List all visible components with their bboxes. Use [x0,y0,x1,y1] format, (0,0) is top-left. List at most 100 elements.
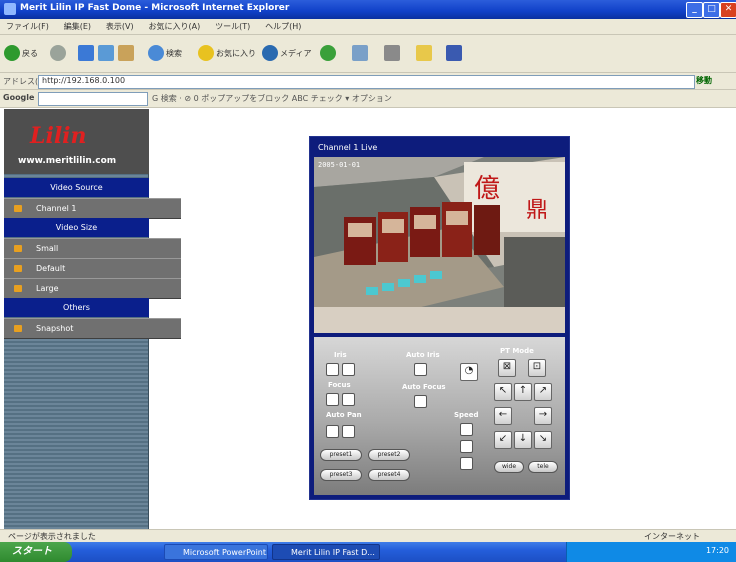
svg-text:鼎: 鼎 [526,198,548,223]
lilin-logo: Lilin www.meritlilin.com [4,109,149,174]
nav-item-small[interactable]: Small [4,238,181,259]
messenger-button[interactable] [446,43,462,63]
speed-up-button[interactable] [460,423,473,436]
nav-section-others: Others [4,298,149,317]
media-icon [262,45,278,61]
nav-item-channel-1[interactable]: Channel 1 [4,198,181,219]
back-label: 戻る [22,48,38,58]
zoom-out-icon[interactable]: ⊡ [528,359,546,377]
menu-favorites[interactable]: お気に入り(A) [142,19,206,34]
media-label: メディア [280,48,312,58]
taskbar: スタート Microsoft PowerPoint... Merit Lilin… [0,542,736,562]
back-button[interactable]: 戻る [4,43,38,63]
nav-item-label: Large [36,284,59,293]
preset2-button[interactable]: preset2 [368,449,410,461]
snapshot-icon[interactable]: ◔ [460,363,478,381]
maximize-button[interactable]: □ [703,2,720,18]
arrow-up-right-icon[interactable]: ↗ [534,383,552,401]
zoom-in-icon[interactable]: ⊠ [498,359,516,377]
auto-iris-button[interactable] [414,363,427,376]
nav-section-video-size: Video Size [4,218,149,237]
media-button[interactable]: メディア [262,43,311,63]
mail-icon [352,45,368,61]
edit-button[interactable] [416,43,432,63]
live-view-panel: Channel 1 Live 億 鼎 2005-01-01 Iris Focus… [309,136,570,500]
sidebar: Lilin www.meritlilin.com Video Source Ch… [4,109,181,529]
refresh-button[interactable] [98,43,114,63]
brand-logo-text: Lilin [30,123,87,149]
nav-item-default[interactable]: Default [4,258,181,279]
live-video-feed[interactable]: 億 鼎 2005-01-01 [314,157,565,333]
stop-button[interactable] [78,43,94,63]
search-icon [148,45,164,61]
preset3-button[interactable]: preset3 [320,469,362,481]
menu-tools[interactable]: ツール(T) [209,19,256,34]
google-options[interactable]: G 検索 · ⊘ 0 ポップアップをブロック ABC チェック ▾ オプション [152,93,392,104]
auto-focus-label: Auto Focus [402,383,446,391]
menu-file[interactable]: ファイル(F) [0,19,55,34]
home-button[interactable] [118,43,134,63]
search-button[interactable]: 検索 [148,43,182,63]
tele-button[interactable]: tele [528,461,558,473]
nav-item-label: Snapshot [36,324,74,333]
nav-item-large[interactable]: Large [4,278,181,299]
task-powerpoint[interactable]: Microsoft PowerPoint... [164,544,268,560]
google-toolbar: Google G 検索 · ⊘ 0 ポップアップをブロック ABC チェック ▾… [0,90,736,108]
mail-button[interactable] [352,43,368,63]
wide-button[interactable]: wide [494,461,524,473]
iris-open-button[interactable] [326,363,339,376]
speed-mid-button[interactable] [460,440,473,453]
close-button[interactable]: ✕ [720,2,736,18]
start-button[interactable]: スタート [0,542,72,562]
arrow-right-icon[interactable]: → [534,407,552,425]
favorites-button[interactable]: お気に入り [198,43,256,63]
arrow-left-icon[interactable]: ← [494,407,512,425]
arrow-up-icon[interactable]: ↑ [514,383,532,401]
speed-down-button[interactable] [460,457,473,470]
stop-icon [78,45,94,61]
go-button[interactable]: 移動 [696,75,712,86]
auto-pan-start-button[interactable] [326,425,339,438]
video-timestamp: 2005-01-01 [318,161,360,169]
status-bar: ページが表示されました インターネット [0,529,736,542]
history-icon [320,45,336,61]
video-frame: 億 鼎 2005-01-01 [314,157,565,333]
menu-edit[interactable]: 編集(E) [58,19,97,34]
arrow-down-right-icon[interactable]: ↘ [534,431,552,449]
auto-focus-button[interactable] [414,395,427,408]
minimize-button[interactable]: _ [686,2,703,18]
focus-near-button[interactable] [326,393,339,406]
auto-iris-label: Auto Iris [406,351,440,359]
arrow-up-left-icon[interactable]: ↖ [494,383,512,401]
address-input[interactable]: http://192.168.0.100 [38,75,695,89]
preset1-button[interactable]: preset1 [320,449,362,461]
browser-toolbar: 戻る 検索 お気に入り メディア [0,35,736,73]
task-ie-window[interactable]: Merit Lilin IP Fast D... [272,544,380,560]
system-tray: 17:20 [566,542,736,562]
nav-item-snapshot[interactable]: Snapshot [4,318,181,339]
google-search-input[interactable] [38,92,148,106]
back-arrow-icon [4,45,20,61]
forward-button[interactable] [50,43,66,63]
clock: 17:20 [705,546,729,555]
menu-help[interactable]: ヘルプ(H) [259,19,307,34]
menu-bar: ファイル(F) 編集(E) 表示(V) お気に入り(A) ツール(T) ヘルプ(… [0,19,736,35]
status-text: ページが表示されました [8,532,96,541]
menu-view[interactable]: 表示(V) [100,19,140,34]
arrow-down-icon[interactable]: ↓ [514,431,532,449]
print-button[interactable] [384,43,400,63]
ie-icon [4,3,16,15]
internet-zone: インターネット [644,532,700,541]
speed-label: Speed [454,411,479,419]
nav-section-video-source: Video Source [4,178,149,197]
arrow-down-left-icon[interactable]: ↙ [494,431,512,449]
focus-far-button[interactable] [342,393,355,406]
auto-pan-stop-button[interactable] [342,425,355,438]
window-titlebar[interactable]: Merit Lilin IP Fast Dome - Microsoft Int… [0,0,736,19]
iris-close-button[interactable] [342,363,355,376]
bullet-icon [14,325,22,332]
star-icon [198,45,214,61]
pt-mode-label: PT Mode [500,347,534,355]
preset4-button[interactable]: preset4 [368,469,410,481]
history-button[interactable] [320,43,336,63]
